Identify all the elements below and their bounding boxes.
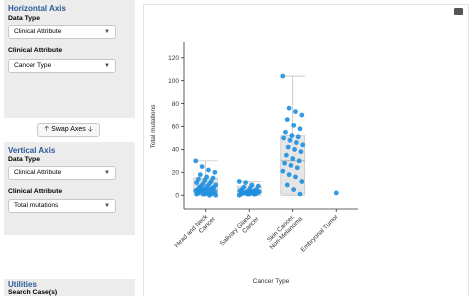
data-point <box>287 137 293 143</box>
x-tick-label: Skin Cancer,Non-Melanoma <box>264 210 305 251</box>
data-point <box>290 156 296 161</box>
data-point <box>292 147 297 152</box>
data-point <box>333 190 339 196</box>
data-point <box>251 191 257 197</box>
x-tick-label: Embryonal Tumor <box>300 213 340 253</box>
data-point <box>199 164 205 170</box>
y-tick-label: 40 <box>172 147 180 154</box>
data-point <box>299 112 305 118</box>
data-point <box>284 182 290 188</box>
data-point <box>284 117 290 123</box>
data-point <box>295 134 301 140</box>
data-point <box>293 109 298 115</box>
y-tick-label: 100 <box>168 78 179 85</box>
box-scatter-chart: 0 20 40 60 80 100 120 Total mutations Cancer Typ… <box>150 42 358 285</box>
data-point <box>283 152 289 158</box>
y-axis-label: Total mutations <box>150 104 157 148</box>
data-point <box>291 187 297 192</box>
data-point <box>236 179 242 184</box>
data-point <box>280 168 286 174</box>
data-point <box>297 191 303 197</box>
data-point <box>288 163 294 168</box>
y-tick-label: 0 <box>175 192 179 199</box>
data-point <box>245 191 250 197</box>
y-tick-label: 60 <box>172 124 180 131</box>
data-point <box>286 172 292 178</box>
data-point <box>300 142 306 148</box>
y-tick-label: 80 <box>172 101 180 108</box>
x-tick-label: Head and NeckCancer <box>174 211 217 254</box>
data-point <box>283 129 288 135</box>
data-point <box>285 144 291 150</box>
data-point <box>291 122 297 128</box>
data-point <box>243 180 249 186</box>
data-point <box>197 172 203 178</box>
data-point <box>236 192 242 198</box>
data-point <box>289 133 295 139</box>
data-point <box>286 105 292 111</box>
data-point <box>282 160 287 166</box>
data-point <box>194 191 200 197</box>
data-point <box>193 158 199 164</box>
data-point <box>297 126 303 132</box>
data-point <box>200 191 206 197</box>
data-point <box>299 179 305 184</box>
data-point <box>212 169 218 175</box>
y-tick-label: 20 <box>172 170 180 177</box>
data-point <box>296 158 302 164</box>
x-tick-label: Salivary GlandCancer <box>219 211 261 253</box>
x-axis-label: Cancer Type <box>253 278 290 285</box>
data-point <box>206 167 211 173</box>
data-point <box>298 149 304 155</box>
data-point <box>281 135 287 141</box>
data-point <box>206 192 212 198</box>
data-point <box>293 140 299 145</box>
data-point <box>280 73 286 79</box>
data-point <box>293 174 298 180</box>
data-point <box>294 165 300 171</box>
data-point <box>213 192 219 198</box>
data-point <box>194 180 200 186</box>
y-tick-label: 120 <box>168 55 179 62</box>
